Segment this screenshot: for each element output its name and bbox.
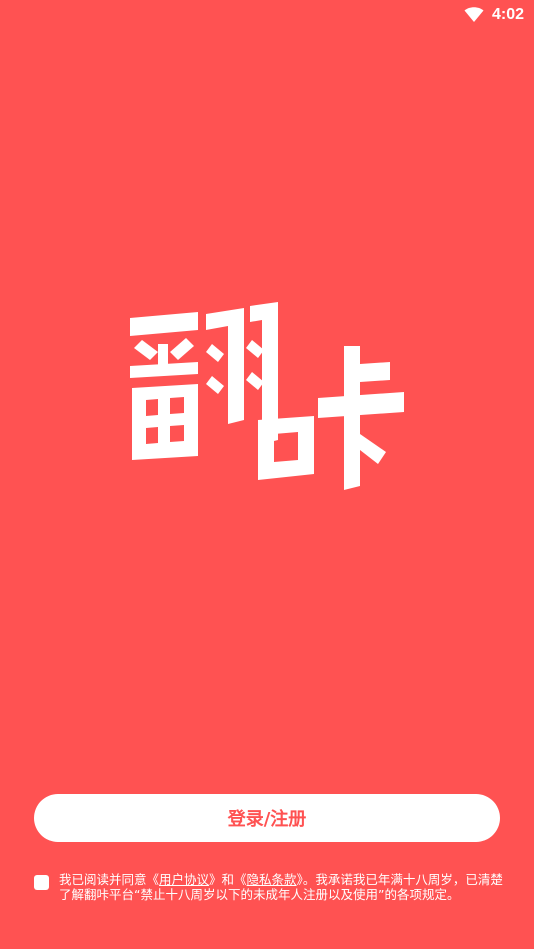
status-bar: 4:02 [0, 0, 534, 30]
user-agreement-link[interactable]: 用户协议 [159, 872, 209, 887]
agreement-section: 我已阅读并同意《用户协议》和《隐私条款》。我承诺我已年满十八周岁，已清楚了解翻咔… [34, 872, 504, 902]
privacy-policy-link[interactable]: 隐私条款 [247, 872, 297, 887]
agreement-prefix: 我已阅读并同意《 [59, 872, 160, 887]
agreement-text: 我已阅读并同意《用户协议》和《隐私条款》。我承诺我已年满十八周岁，已清楚了解翻咔… [59, 872, 504, 902]
wifi-icon [464, 7, 484, 22]
app-logo: 翻咔 [130, 302, 404, 490]
agreement-checkbox[interactable] [34, 875, 49, 890]
status-time: 4:02 [491, 6, 524, 23]
agreement-middle: 》和《 [209, 872, 247, 887]
login-register-button[interactable]: 登录/注册 [34, 794, 500, 842]
